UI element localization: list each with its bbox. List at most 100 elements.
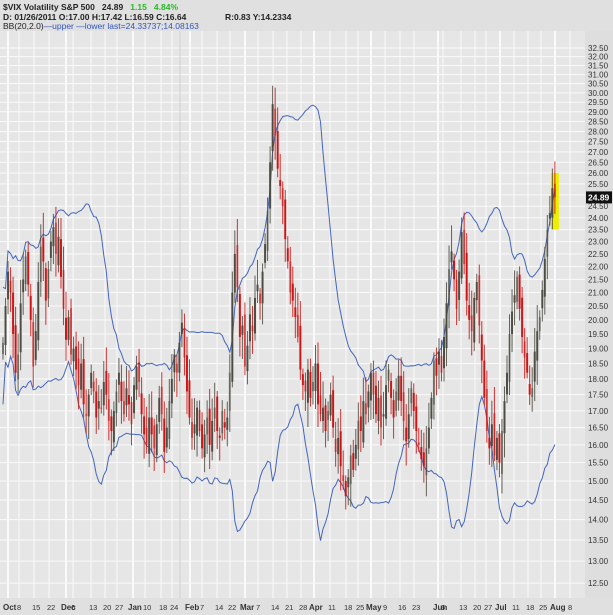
candle-body	[196, 407, 199, 436]
candle-body	[450, 251, 453, 263]
candle-body	[148, 417, 151, 454]
candle-body	[47, 269, 50, 299]
y-tick-label: 23.50	[588, 226, 609, 235]
x-tick-label: 21	[285, 603, 293, 612]
y-tick-label: 29.00	[588, 108, 609, 117]
candle-body	[551, 188, 554, 218]
y-tick-label: 19.00	[588, 345, 609, 354]
candle-body	[311, 382, 314, 392]
y-tick-label: 15.00	[588, 477, 609, 486]
candle-body	[120, 381, 123, 402]
candle-body	[7, 271, 10, 300]
candle-body	[65, 317, 67, 340]
candle-body	[39, 246, 42, 282]
candle-body	[145, 427, 148, 445]
candle-body	[52, 227, 55, 247]
candle-body	[37, 281, 40, 341]
candle-body	[140, 393, 143, 415]
candle-body	[9, 280, 12, 293]
candle-body	[339, 431, 342, 467]
candle-body	[138, 362, 141, 383]
last-price-label: 24.89	[588, 192, 610, 202]
y-tick-label: 31.50	[588, 62, 609, 71]
candle-body	[364, 403, 367, 415]
candle-body	[97, 401, 100, 409]
candle-body	[206, 417, 209, 435]
candle-body	[264, 244, 267, 263]
x-tick-label: 8	[568, 603, 572, 612]
candle-body	[397, 375, 400, 401]
candle-body	[70, 308, 73, 355]
candle-body	[261, 271, 264, 304]
x-tick-label: 14	[271, 603, 279, 612]
y-tick-label: 22.00	[588, 263, 609, 272]
y-tick-label: 27.00	[588, 148, 609, 157]
candle-body	[437, 351, 440, 365]
candle-body	[115, 391, 118, 414]
candle-body	[254, 297, 256, 334]
candle-body	[27, 251, 30, 285]
candle-body	[158, 397, 161, 422]
candle-body	[299, 325, 302, 370]
candle-body	[246, 345, 249, 372]
candle-body	[178, 342, 181, 373]
candle-body	[395, 391, 398, 411]
candle-body	[150, 417, 153, 435]
candle-body	[528, 384, 531, 395]
candle-body	[538, 317, 541, 332]
candle-body	[332, 390, 335, 428]
candle-body	[291, 283, 294, 301]
candle-body	[533, 351, 536, 382]
candle-body	[427, 427, 430, 449]
candle-body	[493, 413, 496, 456]
candle-body	[506, 372, 508, 395]
candle-body	[226, 417, 229, 430]
candle-body	[498, 433, 501, 463]
candle-body	[281, 188, 284, 207]
candle-body	[319, 395, 322, 415]
candle-body	[301, 374, 304, 386]
candle-body	[90, 372, 93, 388]
candle-body	[251, 325, 254, 332]
candle-body	[392, 400, 395, 418]
candle-body	[513, 295, 516, 303]
candle-body	[372, 372, 375, 395]
candle-body	[390, 380, 393, 398]
y-tick-label: 30.00	[588, 89, 609, 98]
candle-body	[175, 363, 178, 373]
candle-body	[221, 410, 224, 434]
candle-body	[228, 372, 231, 411]
candle-body	[354, 444, 357, 459]
candle-body	[546, 229, 549, 257]
candle-body	[72, 348, 75, 362]
candle-body	[453, 260, 456, 280]
x-tick-label: 20	[473, 603, 481, 612]
x-tick-label: 23	[412, 603, 420, 612]
y-tick-label: 28.50	[588, 118, 609, 127]
candle-body	[243, 314, 246, 367]
x-tick-label: 10	[143, 603, 151, 612]
candle-body	[125, 388, 128, 406]
candle-body	[342, 475, 345, 481]
price-chart[interactable]: 32.5032.0031.5031.0030.5030.0029.5029.00…	[0, 0, 613, 615]
candle-body	[223, 422, 226, 428]
y-tick-label: 28.00	[588, 127, 609, 136]
y-tick-label: 32.00	[588, 53, 609, 62]
candle-body	[322, 407, 325, 421]
x-tick-label: 27	[484, 603, 492, 612]
candle-body	[122, 401, 125, 415]
candle-body	[344, 480, 347, 497]
x-tick-label: Jan	[128, 603, 142, 612]
candle-body	[296, 314, 299, 337]
x-tick-label: 22	[228, 603, 236, 612]
candle-body	[480, 334, 483, 361]
x-tick-label: 20	[103, 603, 111, 612]
candle-body	[511, 311, 514, 335]
candle-body	[128, 395, 130, 405]
candle-body	[306, 369, 309, 403]
candle-body	[359, 416, 362, 432]
y-tick-label: 24.00	[588, 214, 609, 223]
candle-body	[440, 356, 443, 373]
candle-body	[458, 271, 461, 300]
candle-body	[77, 358, 80, 386]
